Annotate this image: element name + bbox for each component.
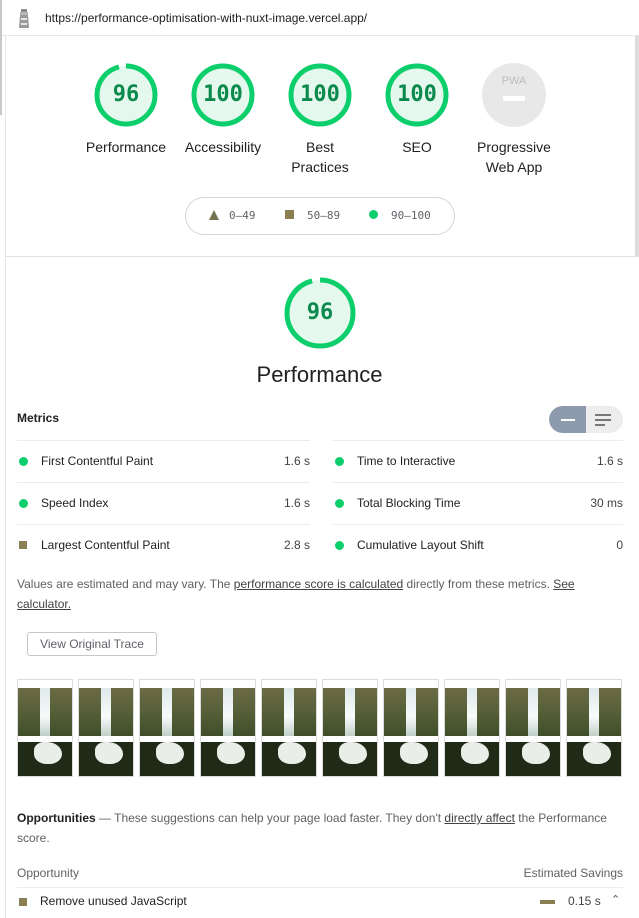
opportunities-title: Opportunities <box>17 811 96 825</box>
triangle-icon <box>209 210 219 220</box>
score-legend: 0–49 50–89 90–100 <box>185 197 455 235</box>
savings-bar <box>540 900 555 904</box>
square-icon <box>285 210 294 219</box>
opportunity-column-header: Opportunity <box>17 866 80 880</box>
accessibility-label: Accessibility <box>184 139 262 155</box>
metric-cumulative-layout-shift: Cumulative Layout Shift 0 <box>333 524 623 566</box>
filmstrip-frame <box>322 679 378 777</box>
page-url[interactable]: https://performance-optimisation-with-nu… <box>45 11 367 25</box>
performance-label: Performance <box>85 139 167 155</box>
legend-pass: 90–100 <box>391 209 431 222</box>
opportunity-row[interactable]: Remove unused JavaScript 0.15 s ⌃ <box>17 890 623 914</box>
metric-time-to-interactive: Time to Interactive 1.6 s <box>333 440 623 482</box>
pwa-badge[interactable]: PWA <box>481 62 547 128</box>
savings-column-header: Estimated Savings <box>523 866 623 880</box>
filmstrip-frame <box>17 679 73 777</box>
scrollbar[interactable] <box>635 36 639 256</box>
legend-fail: 0–49 <box>229 209 256 222</box>
opportunity-name: Remove unused JavaScript <box>40 894 187 908</box>
pass-icon <box>335 541 344 550</box>
average-icon <box>19 898 27 906</box>
opportunities-description: Opportunities — These suggestions can he… <box>17 811 607 845</box>
pass-icon <box>335 499 344 508</box>
filmstrip-frame <box>261 679 317 777</box>
best-practices-score: 100 <box>300 82 340 107</box>
metric-largest-contentful-paint: Largest Contentful Paint 2.8 s <box>17 524 310 566</box>
seo-gauge[interactable]: 100 <box>384 62 450 128</box>
score-calculated-link[interactable]: performance score is calculated <box>234 577 403 591</box>
chevron-up-icon[interactable]: ⌃ <box>611 893 620 906</box>
legend-average: 50–89 <box>307 209 341 222</box>
performance-main-gauge: 96 <box>283 276 357 350</box>
frame-border <box>5 36 6 918</box>
average-icon <box>19 541 27 549</box>
pass-icon <box>19 457 28 466</box>
filmstrip-frame <box>566 679 622 777</box>
pwa-label: Progressive Web App <box>477 139 551 175</box>
metrics-note: Values are estimated and may vary. The p… <box>17 577 575 611</box>
pass-icon <box>335 457 344 466</box>
best-practices-label: Best Practices <box>291 139 349 175</box>
best-practices-gauge[interactable]: 100 <box>287 62 353 128</box>
directly-affect-link[interactable]: directly affect <box>444 811 514 825</box>
metric-speed-index: Speed Index 1.6 s <box>17 482 310 524</box>
metric-total-blocking-time: Total Blocking Time 30 ms <box>333 482 623 524</box>
pwa-badge-text: PWA <box>501 75 527 87</box>
filmstrip-frame <box>383 679 439 777</box>
pass-icon <box>19 499 28 508</box>
compact-view-button[interactable] <box>549 406 586 433</box>
performance-score: 96 <box>112 82 140 107</box>
frame-edge <box>0 0 2 115</box>
accessibility-gauge[interactable]: 100 <box>190 62 256 128</box>
metrics-view-toggle[interactable] <box>549 406 623 433</box>
metric-first-contentful-paint: First Contentful Paint 1.6 s <box>17 440 310 482</box>
performance-gauge[interactable]: 96 <box>93 62 159 128</box>
seo-score: 100 <box>397 82 437 107</box>
pwa-icon <box>482 63 546 127</box>
url-bar: https://performance-optimisation-with-nu… <box>0 0 639 36</box>
opportunity-savings: 0.15 s <box>568 894 601 908</box>
filmstrip-frame <box>200 679 256 777</box>
seo-label: SEO <box>402 139 432 155</box>
view-original-trace-button[interactable]: View Original Trace <box>27 632 157 656</box>
metrics-heading: Metrics <box>17 411 60 425</box>
filmstrip-frame <box>78 679 134 777</box>
filmstrip-frame <box>444 679 500 777</box>
section-divider <box>5 256 639 257</box>
filmstrip-frame <box>505 679 561 777</box>
performance-main-score: 96 <box>306 300 334 325</box>
filmstrip-frame <box>139 679 195 777</box>
accessibility-score: 100 <box>203 82 243 107</box>
lighthouse-icon <box>19 9 29 28</box>
opportunities-table-header: Opportunity Estimated Savings <box>17 862 623 888</box>
circle-icon <box>369 210 378 219</box>
performance-heading: Performance <box>256 362 383 387</box>
